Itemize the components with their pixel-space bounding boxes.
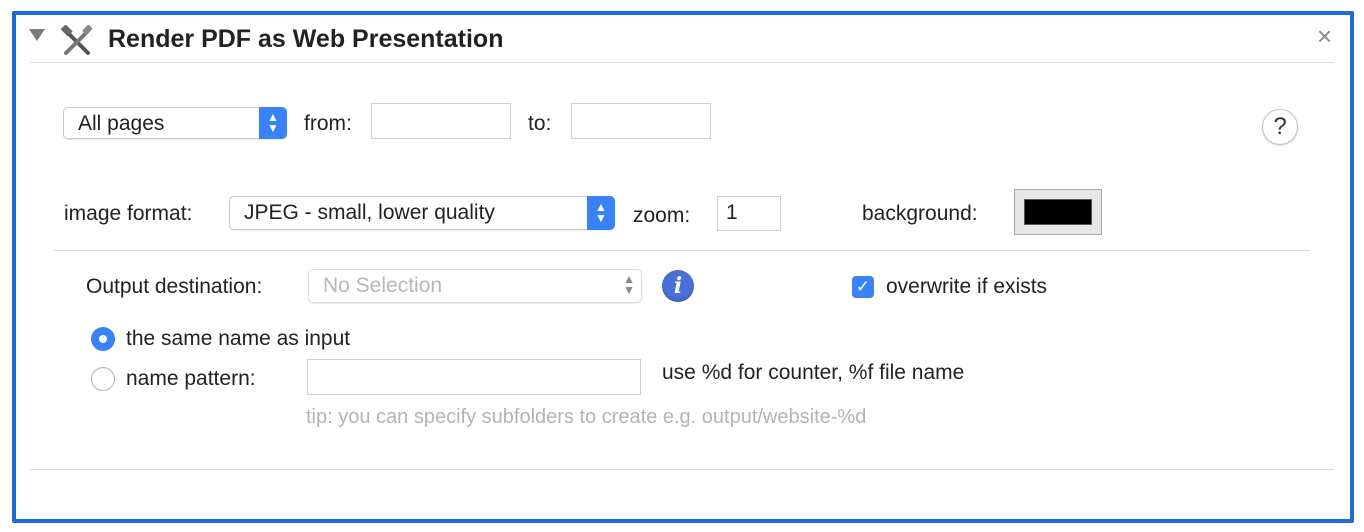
background-color-swatch bbox=[1024, 199, 1092, 225]
name-pattern-field[interactable] bbox=[307, 359, 641, 395]
image-format-value: JPEG - small, lower quality bbox=[244, 201, 495, 224]
zoom-field[interactable]: 1 bbox=[717, 196, 781, 231]
output-destination-popup[interactable]: No Selection ▲ ▼ bbox=[308, 269, 642, 303]
title-divider bbox=[30, 62, 1334, 63]
same-name-radio[interactable] bbox=[91, 327, 115, 351]
panel-title: Render PDF as Web Presentation bbox=[108, 25, 504, 53]
action-panel: Render PDF as Web Presentation × All pag… bbox=[12, 11, 1354, 523]
help-icon[interactable]: ? bbox=[1262, 109, 1298, 145]
to-label: to: bbox=[528, 112, 552, 135]
section-divider bbox=[54, 250, 1310, 251]
close-icon[interactable]: × bbox=[1317, 21, 1332, 52]
background-color-well[interactable] bbox=[1014, 189, 1102, 235]
name-pattern-label: name pattern: bbox=[126, 367, 256, 390]
pages-popup[interactable]: All pages ▲ ▼ bbox=[63, 107, 287, 139]
from-field[interactable] bbox=[371, 103, 511, 139]
background-label: background: bbox=[862, 202, 978, 225]
overwrite-label: overwrite if exists bbox=[886, 275, 1048, 298]
name-pattern-hint: use %d for counter, %f file name bbox=[662, 361, 965, 384]
subfolder-tip: tip: you can specify subfolders to creat… bbox=[306, 406, 867, 428]
tools-icon bbox=[60, 24, 94, 59]
pages-popup-value: All pages bbox=[78, 112, 165, 135]
chevron-updown-icon: ▲ ▼ bbox=[623, 272, 635, 297]
chevron-updown-icon: ▲ ▼ bbox=[259, 107, 287, 139]
output-destination-value: No Selection bbox=[323, 274, 443, 297]
image-format-label: image format: bbox=[64, 202, 193, 225]
image-format-popup[interactable]: JPEG - small, lower quality ▲ ▼ bbox=[229, 196, 615, 230]
output-destination-label: Output destination: bbox=[86, 275, 263, 298]
zoom-label: zoom: bbox=[633, 204, 691, 227]
from-label: from: bbox=[304, 112, 352, 135]
chevron-updown-icon: ▲ ▼ bbox=[587, 196, 615, 230]
info-icon[interactable]: i bbox=[662, 270, 694, 302]
name-pattern-radio[interactable] bbox=[91, 367, 115, 391]
disclosure-triangle-icon[interactable] bbox=[29, 29, 45, 41]
same-name-label: the same name as input bbox=[126, 327, 351, 350]
overwrite-checkbox[interactable]: ✓ bbox=[852, 276, 874, 298]
bottom-divider bbox=[30, 469, 1334, 470]
to-field[interactable] bbox=[571, 103, 711, 139]
